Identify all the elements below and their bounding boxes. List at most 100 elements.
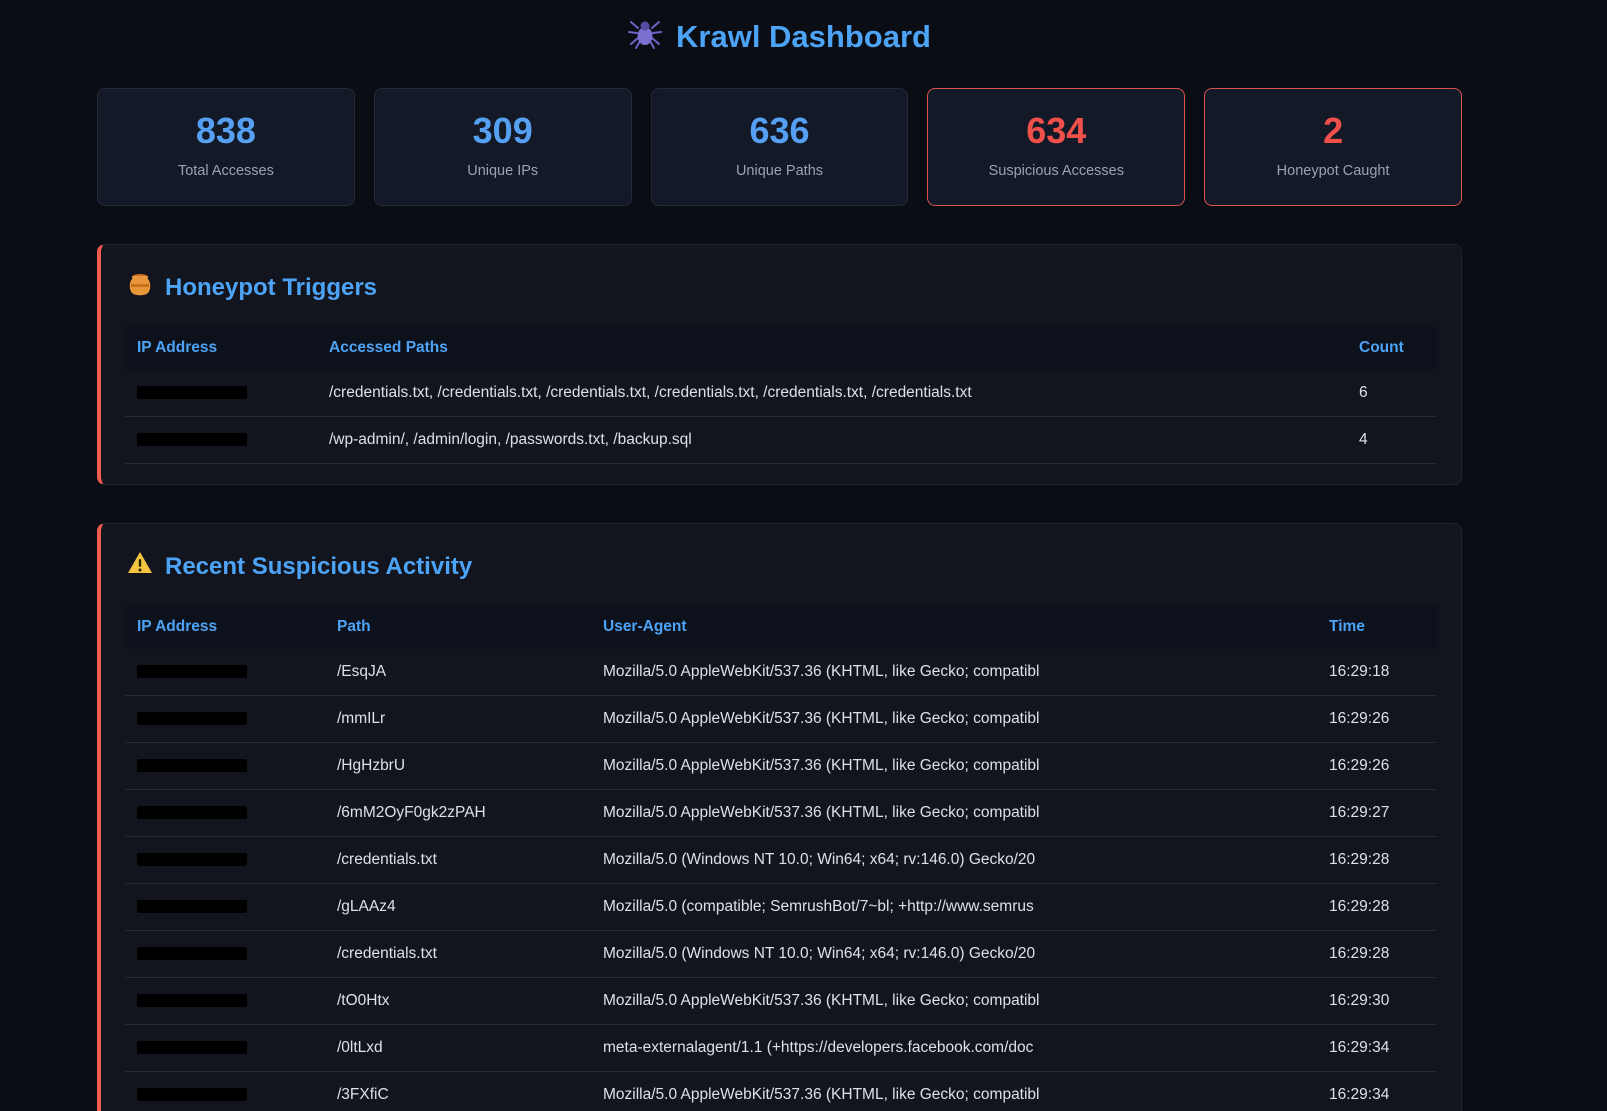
suspicious-row: /3FXfiC Mozilla/5.0 AppleWebKit/537.36 (… — [125, 1072, 1437, 1111]
honeypot-row: /credentials.txt, /credentials.txt, /cre… — [125, 370, 1437, 417]
stat-card: 309 Unique IPs — [374, 88, 632, 206]
col-user-agent: User-Agent — [591, 605, 1317, 649]
cell-ip — [125, 649, 325, 696]
redacted-ip — [137, 712, 247, 725]
suspicious-row: /6mM2OyF0gk2zPAH Mozilla/5.0 AppleWebKit… — [125, 790, 1437, 837]
cell-ip — [125, 790, 325, 837]
redacted-ip — [137, 994, 247, 1007]
cell-user-agent: Mozilla/5.0 AppleWebKit/537.36 (KHTML, l… — [591, 790, 1317, 837]
dashboard-page: Krawl Dashboard 838 Total Accesses 309 U… — [97, 0, 1462, 1111]
redacted-ip — [137, 853, 247, 866]
cell-paths: /credentials.txt, /credentials.txt, /cre… — [317, 370, 1347, 417]
cell-user-agent: meta-externalagent/1.1 (+https://develop… — [591, 1025, 1317, 1072]
col-time: Time — [1317, 605, 1437, 649]
redacted-ip — [137, 665, 247, 678]
cell-path: /credentials.txt — [325, 837, 591, 884]
cell-count: 6 — [1347, 370, 1437, 417]
redacted-ip — [137, 900, 247, 913]
cell-time: 16:29:18 — [1317, 649, 1437, 696]
cell-ip — [125, 884, 325, 931]
stats-row: 838 Total Accesses 309 Unique IPs 636 Un… — [97, 88, 1462, 206]
stat-label: Unique IPs — [383, 163, 623, 179]
cell-user-agent: Mozilla/5.0 AppleWebKit/537.36 (KHTML, l… — [591, 649, 1317, 696]
cell-path: /3FXfiC — [325, 1072, 591, 1111]
cell-count: 4 — [1347, 417, 1437, 464]
redacted-ip — [137, 759, 247, 772]
suspicious-section-title: Recent Suspicious Activity — [127, 550, 1437, 583]
cell-ip — [125, 931, 325, 978]
redacted-ip — [137, 386, 247, 399]
cell-time: 16:29:34 — [1317, 1025, 1437, 1072]
cell-ip — [125, 837, 325, 884]
col-ip-address: IP Address — [125, 326, 317, 370]
stat-card: 2 Honeypot Caught — [1204, 88, 1462, 206]
honeypot-table: IP Address Accessed Paths Count /credent… — [125, 326, 1437, 464]
cell-user-agent: Mozilla/5.0 AppleWebKit/537.36 (KHTML, l… — [591, 696, 1317, 743]
honeypot-icon — [127, 271, 153, 304]
cell-ip — [125, 370, 317, 417]
cell-time: 16:29:30 — [1317, 978, 1437, 1025]
cell-ip — [125, 978, 325, 1025]
col-ip-address: IP Address — [125, 605, 325, 649]
suspicious-activity-section: Recent Suspicious Activity IP Address Pa… — [97, 523, 1462, 1111]
page-title-text: Krawl Dashboard — [676, 19, 931, 55]
page-header: Krawl Dashboard — [97, 0, 1462, 58]
honeypot-header-row: IP Address Accessed Paths Count — [125, 326, 1437, 370]
cell-user-agent: Mozilla/5.0 (Windows NT 10.0; Win64; x64… — [591, 931, 1317, 978]
honeypot-section-title: Honeypot Triggers — [127, 271, 1437, 304]
redacted-ip — [137, 806, 247, 819]
suspicious-row: /credentials.txt Mozilla/5.0 (Windows NT… — [125, 931, 1437, 978]
page-title: Krawl Dashboard — [628, 16, 931, 58]
cell-ip — [125, 696, 325, 743]
cell-path: /EsqJA — [325, 649, 591, 696]
cell-path: /gLAAz4 — [325, 884, 591, 931]
suspicious-row: /mmILr Mozilla/5.0 AppleWebKit/537.36 (K… — [125, 696, 1437, 743]
redacted-ip — [137, 1088, 247, 1101]
cell-user-agent: Mozilla/5.0 (Windows NT 10.0; Win64; x64… — [591, 837, 1317, 884]
stat-card: 634 Suspicious Accesses — [927, 88, 1185, 206]
suspicious-row: /gLAAz4 Mozilla/5.0 (compatible; Semrush… — [125, 884, 1437, 931]
cell-path: /credentials.txt — [325, 931, 591, 978]
col-path: Path — [325, 605, 591, 649]
cell-path: /0ltLxd — [325, 1025, 591, 1072]
cell-ip — [125, 1072, 325, 1111]
cell-time: 16:29:34 — [1317, 1072, 1437, 1111]
honeypot-row: /wp-admin/, /admin/login, /passwords.txt… — [125, 417, 1437, 464]
cell-user-agent: Mozilla/5.0 (compatible; SemrushBot/7~bl… — [591, 884, 1317, 931]
stat-value: 838 — [106, 113, 346, 149]
cell-time: 16:29:28 — [1317, 884, 1437, 931]
cell-path: /6mM2OyF0gk2zPAH — [325, 790, 591, 837]
redacted-ip — [137, 433, 247, 446]
cell-user-agent: Mozilla/5.0 AppleWebKit/537.36 (KHTML, l… — [591, 1072, 1317, 1111]
honeypot-title-text: Honeypot Triggers — [165, 274, 377, 302]
cell-ip — [125, 417, 317, 464]
col-accessed-paths: Accessed Paths — [317, 326, 1347, 370]
suspicious-title-text: Recent Suspicious Activity — [165, 553, 472, 581]
stat-label: Total Accesses — [106, 163, 346, 179]
cell-time: 16:29:26 — [1317, 696, 1437, 743]
suspicious-header-row: IP Address Path User-Agent Time — [125, 605, 1437, 649]
redacted-ip — [137, 1041, 247, 1054]
redacted-ip — [137, 947, 247, 960]
stat-card: 838 Total Accesses — [97, 88, 355, 206]
stat-label: Suspicious Accesses — [936, 163, 1176, 179]
cell-ip — [125, 743, 325, 790]
cell-user-agent: Mozilla/5.0 AppleWebKit/537.36 (KHTML, l… — [591, 743, 1317, 790]
suspicious-row: /EsqJA Mozilla/5.0 AppleWebKit/537.36 (K… — [125, 649, 1437, 696]
cell-time: 16:29:28 — [1317, 837, 1437, 884]
cell-path: /HgHzbrU — [325, 743, 591, 790]
stat-value: 636 — [660, 113, 900, 149]
col-count: Count — [1347, 326, 1437, 370]
spider-icon — [628, 16, 662, 58]
suspicious-row: /0ltLxd meta-externalagent/1.1 (+https:/… — [125, 1025, 1437, 1072]
cell-time: 16:29:26 — [1317, 743, 1437, 790]
suspicious-row: /credentials.txt Mozilla/5.0 (Windows NT… — [125, 837, 1437, 884]
suspicious-row: /HgHzbrU Mozilla/5.0 AppleWebKit/537.36 … — [125, 743, 1437, 790]
stat-value: 634 — [936, 113, 1176, 149]
cell-time: 16:29:28 — [1317, 931, 1437, 978]
honeypot-triggers-section: Honeypot Triggers IP Address Accessed Pa… — [97, 244, 1462, 485]
cell-ip — [125, 1025, 325, 1072]
cell-time: 16:29:27 — [1317, 790, 1437, 837]
suspicious-row: /tO0Htx Mozilla/5.0 AppleWebKit/537.36 (… — [125, 978, 1437, 1025]
cell-paths: /wp-admin/, /admin/login, /passwords.txt… — [317, 417, 1347, 464]
